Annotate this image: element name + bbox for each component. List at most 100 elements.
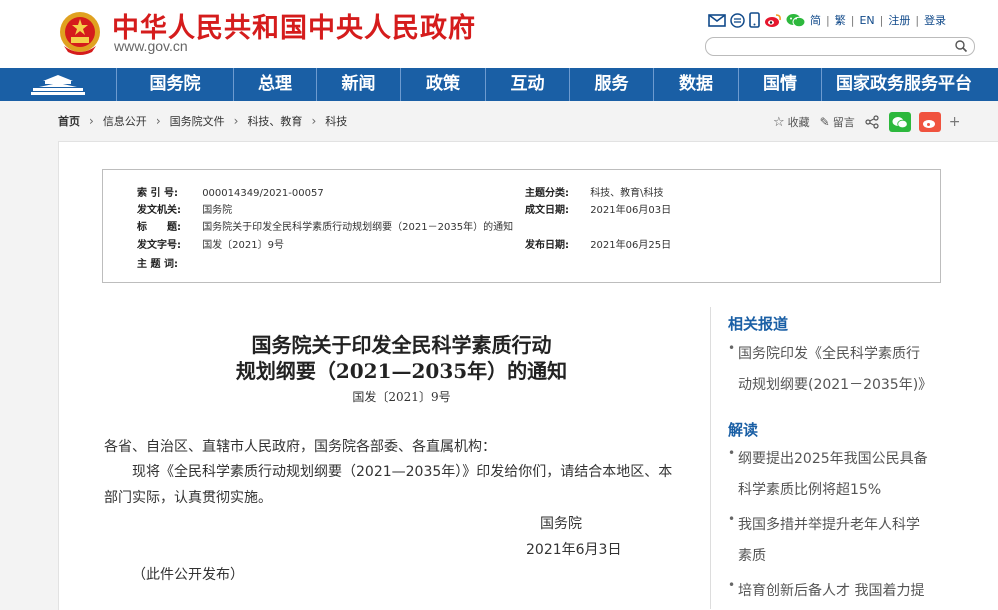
- favorite-label: 收藏: [787, 116, 810, 129]
- nav-item-data[interactable]: 数据: [654, 68, 739, 101]
- breadcrumb: 首页 › 信息公开 › 国务院文件 › 科技、教育 › 科技: [58, 113, 347, 129]
- comment-button[interactable]: ✎ 留言: [820, 114, 855, 130]
- link-line: 科学素质比例将超15%: [738, 482, 882, 498]
- mobile-icon[interactable]: [749, 12, 760, 28]
- breadcrumb-item[interactable]: 科技、教育: [247, 113, 302, 129]
- nav-item-service-platform[interactable]: 国家政务服务平台: [822, 68, 986, 101]
- breadcrumb-item[interactable]: 国务院文件: [170, 113, 225, 129]
- nav-item-interaction[interactable]: 互动: [486, 68, 570, 101]
- info-title: 标 题: 国务院关于印发全民科学素质行动规划纲要（2021－2035年）的通知: [137, 218, 513, 233]
- link-line: 培育创新后备人才 我国着力提: [738, 583, 925, 599]
- tools-separator: |: [850, 13, 855, 27]
- info-label: 发文字号:: [137, 240, 181, 251]
- breadcrumb-home[interactable]: 首页: [58, 113, 80, 129]
- link-line: 素质: [738, 548, 766, 564]
- document-info-box: 索 引 号: 000014349/2021-00057 发文机关: 国务院 标 …: [102, 169, 941, 283]
- info-value: 国务院关于印发全民科学素质行动规划纲要（2021－2035年）的通知: [202, 222, 514, 233]
- tiananmen-icon: [31, 74, 85, 95]
- tools-separator: |: [826, 13, 830, 27]
- info-label: 成文日期:: [525, 205, 569, 216]
- nav-item-service[interactable]: 服务: [570, 68, 654, 101]
- nav-item-news[interactable]: 新闻: [317, 68, 401, 101]
- related-link[interactable]: 国务院印发《全民科学素质行 动规划纲要(2021－2035年)》: [728, 333, 938, 401]
- info-value: 000014349/2021-00057: [202, 188, 324, 199]
- comment-label: 留言: [832, 116, 855, 129]
- info-value: 国务院: [202, 205, 233, 216]
- info-index: 索 引 号: 000014349/2021-00057: [137, 184, 324, 199]
- nav-item-national-info[interactable]: 国情: [739, 68, 822, 101]
- traditional-link[interactable]: 繁: [835, 12, 846, 28]
- info-date-written: 成文日期: 2021年06月03日: [525, 201, 671, 216]
- more-share-icon[interactable]: +: [949, 114, 961, 130]
- favorite-button[interactable]: ☆ 收藏: [773, 114, 810, 130]
- article-salutation: 各省、自治区、直辖市人民政府，国务院各部委、各直属机构：: [104, 439, 496, 455]
- star-icon: ☆: [773, 114, 785, 130]
- info-value: 2021年06月25日: [590, 240, 672, 251]
- share-bar: ☆ 收藏 ✎ 留言 +: [773, 112, 960, 132]
- article-note: （此件公开发布）: [132, 567, 244, 583]
- info-label: 主 题 词:: [137, 259, 178, 270]
- share-icon[interactable]: [865, 115, 879, 129]
- nav-item-state-council[interactable]: 国务院: [117, 68, 234, 101]
- sidebar-divider: [710, 307, 711, 609]
- link-line: 动规划纲要(2021－2035年)》: [738, 377, 933, 393]
- info-docno: 发文字号: 国发〔2021〕9号: [137, 236, 284, 251]
- wechat-icon[interactable]: [786, 13, 806, 28]
- chevron-right-icon: ›: [155, 114, 161, 128]
- nav-item-premier[interactable]: 总理: [234, 68, 317, 101]
- interpret-heading: 解读: [728, 421, 759, 439]
- info-label: 主题分类:: [525, 188, 569, 199]
- info-value: 国发〔2021〕9号: [202, 240, 284, 251]
- nav-home[interactable]: [0, 68, 117, 101]
- info-issuer: 发文机关: 国务院: [137, 201, 232, 216]
- article-title-line: 规划纲要（2021—2035年）的通知: [235, 359, 568, 383]
- info-label: 标 题:: [137, 222, 181, 233]
- list-icon[interactable]: [730, 12, 745, 28]
- wechat-share-icon[interactable]: [888, 112, 911, 132]
- breadcrumb-item[interactable]: 信息公开: [103, 113, 147, 129]
- breadcrumb-item[interactable]: 科技: [325, 113, 347, 129]
- search-box: [705, 37, 975, 59]
- weibo-share-icon[interactable]: [918, 112, 941, 132]
- interpret-link[interactable]: 纲要提出2025年我国公民具备 科学素质比例将超15%: [728, 438, 938, 506]
- article-signature: 国务院: [540, 516, 582, 532]
- link-line: 我国多措并举提升老年人科学: [738, 517, 920, 533]
- search-icon[interactable]: [954, 39, 968, 53]
- link-line: 纲要提出2025年我国公民具备: [738, 451, 928, 467]
- article-body-line: 部门实际，认真贯彻实施。: [104, 490, 272, 506]
- article-title-line: 国务院关于印发全民科学素质行动: [251, 333, 552, 357]
- interpret-link[interactable]: 我国多措并举提升老年人科学 素质: [728, 504, 938, 572]
- related-heading: 相关报道: [728, 315, 789, 333]
- chevron-right-icon: ›: [89, 114, 94, 128]
- nav-item-policy[interactable]: 政策: [401, 68, 486, 101]
- chevron-right-icon: ›: [233, 114, 239, 128]
- info-subject: 主 题 词:: [137, 255, 199, 270]
- article-sign-date: 2021年6月3日: [526, 542, 622, 558]
- info-category: 主题分类: 科技、教育\科技: [525, 184, 664, 199]
- tools-separator: |: [915, 13, 920, 27]
- interpret-link[interactable]: 培育创新后备人才 我国着力提: [728, 570, 938, 607]
- info-date-published: 发布日期: 2021年06月25日: [525, 236, 671, 251]
- site-domain: www.gov.cn: [114, 38, 188, 54]
- header-tools: 简 | 繁 | EN | 注册 | 登录: [708, 11, 946, 29]
- chevron-right-icon: ›: [311, 114, 317, 128]
- site-header: 中华人民共和国中央人民政府 www.gov.cn 简 | 繁 | EN | 注册…: [0, 0, 998, 68]
- article-body-line: 现将《全民科学素质行动规划纲要（2021—2035年）》印发给你们，请结合本地区…: [132, 464, 673, 480]
- info-value: 2021年06月03日: [590, 205, 672, 216]
- article-title: 国务院关于印发全民科学素质行动 规划纲要（2021—2035年）的通知: [105, 332, 698, 384]
- info-label: 发文机关:: [137, 205, 181, 216]
- weibo-icon[interactable]: [764, 13, 782, 28]
- simplified-link[interactable]: 简: [810, 12, 821, 28]
- national-emblem-icon[interactable]: [58, 10, 102, 56]
- login-link[interactable]: 登录: [924, 12, 946, 28]
- tools-separator: |: [879, 13, 884, 27]
- register-link[interactable]: 注册: [888, 12, 910, 28]
- main-nav: 国务院 总理 新闻 政策 互动 服务 数据 国情 国家政务服务平台: [0, 68, 998, 101]
- info-value: 科技、教育\科技: [590, 188, 664, 199]
- info-label: 索 引 号:: [137, 188, 178, 199]
- search-input[interactable]: [714, 41, 958, 59]
- article-docno: 国发〔2021〕9号: [352, 390, 451, 404]
- info-label: 发布日期:: [525, 240, 569, 251]
- mail-icon[interactable]: [708, 13, 726, 27]
- english-link[interactable]: EN: [859, 14, 874, 27]
